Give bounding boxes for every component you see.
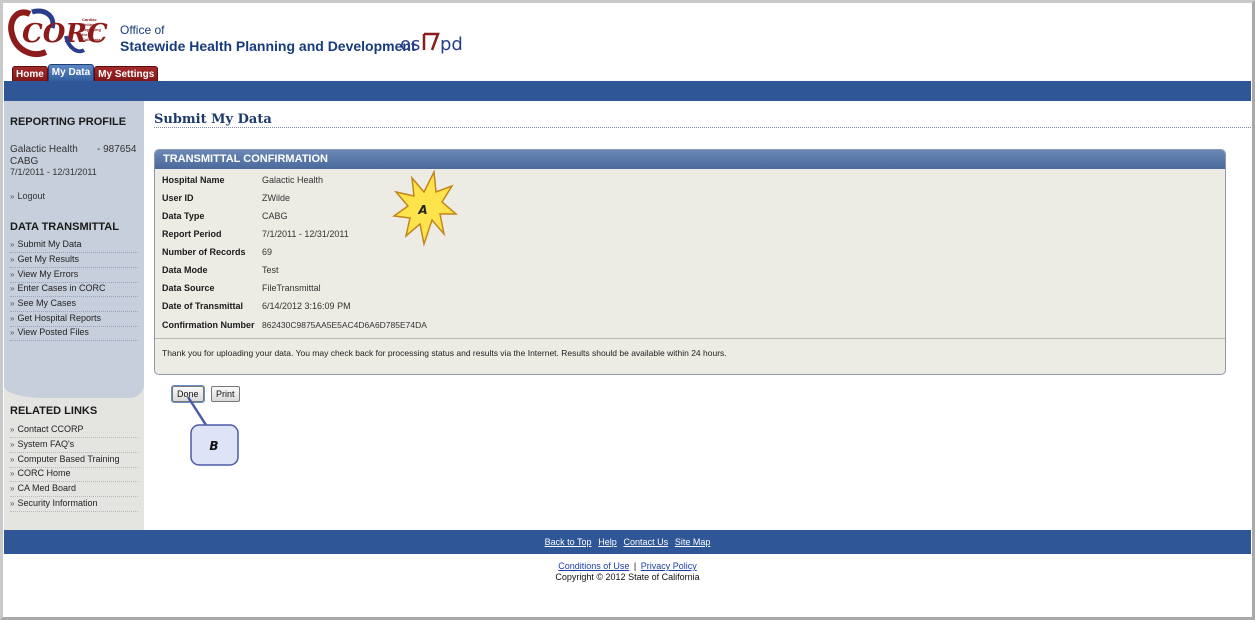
sidebar-item-label: See My Cases [17,298,76,308]
oshpd-logo: os pd [400,32,463,55]
arrow-icon: » [10,455,15,464]
field-label: Number of Records [162,247,246,257]
privacy-link[interactable]: Privacy Policy [641,561,697,571]
logo-subtext: Cardiac Online Reporting for California [82,17,101,42]
footer-link-help[interactable]: Help [598,537,617,547]
arrow-icon: » [10,328,15,337]
confirmation-message: Thank you for uploading your data. You m… [162,348,727,358]
related-link-label: Computer Based Training [17,454,120,464]
sidebar-item-submit-my-data[interactable]: » Submit My Data [10,238,138,253]
arrow-icon: » [10,425,15,434]
arrow-icon: » [10,192,15,201]
arrow-icon: » [10,270,15,279]
related-link-ca-med-board[interactable]: » CA Med Board [10,482,138,497]
panel-divider [155,338,1225,339]
arrow-icon: » [10,314,15,323]
logout-link[interactable]: » Logout [10,191,45,202]
agency-name: Office of Statewide Health Planning and … [120,24,416,55]
sidebar-item-view-my-errors[interactable]: » View My Errors [10,268,138,283]
related-link-corc-home[interactable]: » CORC Home [10,467,138,482]
arrow-icon: » [10,240,15,249]
sidebar-item-see-my-cases[interactable]: » See My Cases [10,297,138,312]
related-link-cbt[interactable]: » Computer Based Training [10,453,138,468]
field-label: Confirmation Number [162,320,255,330]
profile-hospital-id: - 987654 [97,144,137,155]
field-value: Galactic Health [262,175,324,185]
related-link-label: Security Information [17,498,98,508]
field-label: Data Source [162,283,215,293]
footer-legal: Conditions of Use | Privacy Policy Copyr… [4,561,1251,583]
field-label: Hospital Name [162,175,225,185]
header-bar [4,81,1251,101]
profile-hospital: Galactic Health [10,144,78,155]
related-link-security[interactable]: » Security Information [10,497,138,512]
footer-link-site-map[interactable]: Site Map [675,537,711,547]
arrow-icon: » [10,484,15,493]
related-link-label: System FAQ's [17,439,75,449]
profile-data-type: CABG [10,156,39,167]
sidebar-item-label: Get Hospital Reports [17,313,101,323]
arrow-icon: » [10,284,15,293]
sidebar-item-view-posted-files[interactable]: » View Posted Files [10,326,138,341]
callout-label: B [209,439,218,453]
sidebar-item-label: Submit My Data [17,239,82,249]
transmittal-heading: DATA TRANSMITTAL [10,221,119,233]
copyright: Copyright © 2012 State of California [555,572,700,582]
sidebar-item-get-my-results[interactable]: » Get My Results [10,253,138,268]
arrow-icon: » [10,499,15,508]
field-label: User ID [162,193,194,203]
main-tabs: Home My Data My Settings [12,64,159,83]
footer-bar: Back to Top Help Contact Us Site Map [4,530,1251,554]
annotation-callout-b: B [186,396,239,466]
field-value: CABG [262,211,288,221]
agency-line1: Office of [120,23,165,37]
related-link-label: CA Med Board [17,483,76,493]
star-label: A [417,203,427,217]
field-label: Date of Transmittal [162,301,244,311]
conditions-link[interactable]: Conditions of Use [558,561,629,571]
field-value: ZWilde [262,193,291,203]
svg-text:pd: pd [440,34,463,55]
logout-label: Logout [17,191,45,201]
related-heading: RELATED LINKS [10,405,98,417]
field-value: FileTransmittal [262,283,321,293]
related-link-system-faqs[interactable]: » System FAQ's [10,438,138,453]
sidebar: REPORTING PROFILE Galactic Health - 9876… [4,101,144,530]
field-label: Data Mode [162,265,208,275]
title-divider [154,127,1251,128]
sidebar-item-label: View My Errors [17,269,79,279]
arrow-icon: » [10,469,15,478]
transmittal-panel: TRANSMITTAL CONFIRMATION Hospital Name Ga… [154,149,1226,375]
field-label: Report Period [162,229,222,239]
field-value: Test [262,265,279,275]
field-label: Data Type [162,211,205,221]
arrow-icon: » [10,440,15,449]
sidebar-item-enter-cases[interactable]: » Enter Cases in CORC [10,282,138,297]
page-title: Submit My Data [154,112,272,127]
panel-title: TRANSMITTAL CONFIRMATION [155,150,1225,169]
profile-heading: REPORTING PROFILE [10,116,127,128]
footer-link-contact-us[interactable]: Contact Us [624,537,669,547]
callout-pointer [186,396,208,426]
sidebar-item-label: Get My Results [17,254,79,264]
field-value: 69 [262,247,273,257]
footer-link-back-to-top[interactable]: Back to Top [545,537,592,547]
sidebar-item-label: Enter Cases in CORC [17,283,106,293]
related-link-label: CORC Home [17,468,71,478]
arrow-icon: » [10,299,15,308]
related-link-contact-ccorp[interactable]: » Contact CCORP [10,423,138,438]
annotation-star-a: A [392,170,458,247]
related-link-label: Contact CCORP [17,424,84,434]
arrow-icon: » [10,255,15,264]
footer-separator: | [633,561,637,571]
field-value: 7/1/2011 - 12/31/2011 [262,229,349,239]
svg-text:os: os [400,34,420,55]
agency-line2: Statewide Health Planning and Developmen… [120,38,416,54]
sidebar-item-get-hospital-reports[interactable]: » Get Hospital Reports [10,312,138,327]
field-value: 862430C9875AA5E5AC4D6A6D785E74DA [262,320,427,330]
profile-period: 7/1/2011 - 12/31/2011 [10,167,97,177]
field-value: 6/14/2012 3:16:09 PM [262,301,351,311]
sidebar-item-label: View Posted Files [17,327,89,337]
